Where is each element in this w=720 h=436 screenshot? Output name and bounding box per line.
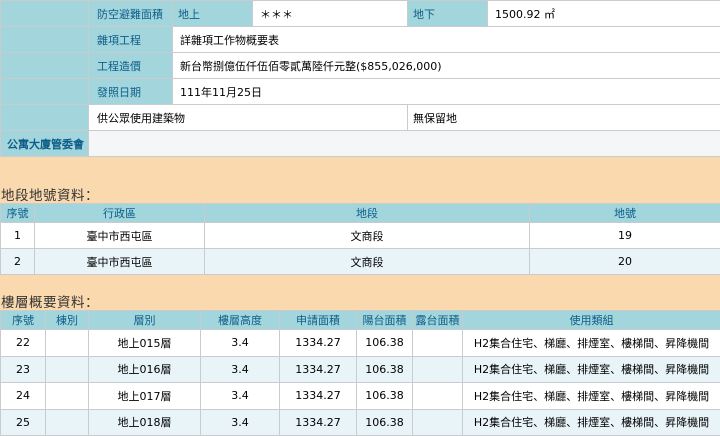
land-section-title: 地段地號資料： (1, 188, 99, 204)
cell-terrace-area (412, 382, 463, 410)
above-ground-value: ＊＊＊ (252, 0, 408, 27)
col-header-serial: 序號 (0, 310, 46, 330)
col-header-applied-area: 申請面積 (279, 310, 357, 330)
cell-serial: 24 (0, 382, 46, 410)
table-row: 1 臺中市西屯區 文商段 19 (0, 222, 720, 249)
floor-section-title: 樓層概要資料： (1, 295, 99, 311)
cell-serial: 22 (0, 329, 46, 357)
cell-use-category: H2集合住宅、梯廳、排煙室、樓梯間、昇降機間 (462, 408, 720, 436)
cell-serial: 2 (0, 248, 35, 275)
cell-applied-area: 1334.27 (279, 408, 357, 436)
table-row: 24 地上017層 3.4 1334.27 106.38 H2集合住宅、梯廳、排… (0, 382, 720, 410)
below-ground-value: 1500.92 ㎡ (487, 0, 720, 27)
cell-applied-area: 1334.27 (279, 329, 357, 357)
col-header-terrace-area: 露台面積 (412, 310, 463, 330)
col-header-lot-number: 地號 (529, 203, 720, 223)
cell-serial: 25 (0, 408, 46, 436)
cell-balcony-area: 106.38 (356, 382, 413, 410)
cell-floor: 地上017層 (88, 382, 201, 410)
misc-works-label: 雜項工程 (88, 26, 173, 53)
cell-balcony-area: 106.38 (356, 329, 413, 357)
shelter-area-label: 防空避難面積 (88, 0, 173, 27)
construction-cost-value: 新台幣捌億伍仟伍佰零貳萬陸仟元整($855,026,000) (172, 52, 720, 79)
issue-date-label: 發照日期 (88, 78, 173, 105)
col-header-floor: 層別 (88, 310, 201, 330)
table-row: 22 地上015層 3.4 1334.27 106.38 H2集合住宅、梯廳、排… (0, 329, 720, 357)
cell-use-category: H2集合住宅、梯廳、排煙室、樓梯間、昇降機間 (462, 382, 720, 410)
floor-table-header: 序號 棟別 層別 樓層高度 申請面積 陽台面積 露台面積 使用類組 (0, 310, 720, 330)
table-row: 25 地上018層 3.4 1334.27 106.38 H2集合住宅、梯廳、排… (0, 408, 720, 436)
misc-works-value: 詳雜項工作物概要表 (172, 26, 720, 53)
cell-floor-height: 3.4 (200, 382, 280, 410)
construction-cost-label: 工程造價 (88, 52, 173, 79)
public-use-building: 供公眾使用建築物 (88, 104, 408, 131)
col-header-use-category: 使用類組 (462, 310, 720, 330)
cell-building (45, 329, 89, 357)
cell-applied-area: 1334.27 (279, 355, 357, 383)
side-cell (0, 78, 89, 105)
floor-table: 序號 棟別 層別 樓層高度 申請面積 陽台面積 露台面積 使用類組 22 地上0… (0, 310, 720, 436)
committee-label: 公寓大廈管委會 (0, 130, 89, 157)
cell-applied-area: 1334.27 (279, 382, 357, 410)
cell-section: 文商段 (204, 248, 530, 275)
cell-lot-number: 20 (529, 248, 720, 275)
cell-floor-height: 3.4 (200, 329, 280, 357)
cell-serial: 23 (0, 355, 46, 383)
cell-building (45, 408, 89, 436)
col-header-section: 地段 (204, 203, 530, 223)
land-table: 序號 行政區 地段 地號 1 臺中市西屯區 文商段 19 2 臺中市西屯區 文商… (0, 203, 720, 275)
col-header-building: 棟別 (45, 310, 89, 330)
cell-floor-height: 3.4 (200, 355, 280, 383)
cell-terrace-area (412, 355, 463, 383)
cell-district: 臺中市西屯區 (34, 248, 205, 275)
side-cell (0, 52, 89, 79)
cell-use-category: H2集合住宅、梯廳、排煙室、樓梯間、昇降機間 (462, 329, 720, 357)
cell-floor: 地上015層 (88, 329, 201, 357)
col-header-floor-height: 樓層高度 (200, 310, 280, 330)
cell-terrace-area (412, 329, 463, 357)
side-cell (0, 104, 89, 131)
cell-building (45, 382, 89, 410)
cell-district: 臺中市西屯區 (34, 222, 205, 249)
col-header-district: 行政區 (34, 203, 205, 223)
cell-serial: 1 (0, 222, 35, 249)
col-header-serial: 序號 (0, 203, 35, 223)
cell-floor-height: 3.4 (200, 408, 280, 436)
cell-floor: 地上018層 (88, 408, 201, 436)
cell-lot-number: 19 (529, 222, 720, 249)
building-info-table: 防空避難面積 地上 ＊＊＊ 地下 1500.92 ㎡ 雜項工程 詳雜項工作物概要… (0, 0, 720, 157)
cell-terrace-area (412, 408, 463, 436)
side-cell (0, 0, 89, 27)
below-ground-label: 地下 (407, 0, 488, 27)
issue-date-value: 111年11月25日 (172, 78, 720, 105)
cell-balcony-area: 106.38 (356, 408, 413, 436)
table-row: 2 臺中市西屯區 文商段 20 (0, 248, 720, 275)
reserved-land: 無保留地 (407, 104, 720, 131)
cell-balcony-area: 106.38 (356, 355, 413, 383)
land-table-header: 序號 行政區 地段 地號 (0, 203, 720, 223)
cell-floor: 地上016層 (88, 355, 201, 383)
col-header-balcony-area: 陽台面積 (356, 310, 413, 330)
cell-use-category: H2集合住宅、梯廳、排煙室、樓梯間、昇降機間 (462, 355, 720, 383)
side-cell (0, 26, 89, 53)
cell-section: 文商段 (204, 222, 530, 249)
committee-value (88, 130, 720, 157)
table-row: 23 地上016層 3.4 1334.27 106.38 H2集合住宅、梯廳、排… (0, 355, 720, 383)
above-ground-label: 地上 (172, 0, 253, 27)
cell-building (45, 355, 89, 383)
